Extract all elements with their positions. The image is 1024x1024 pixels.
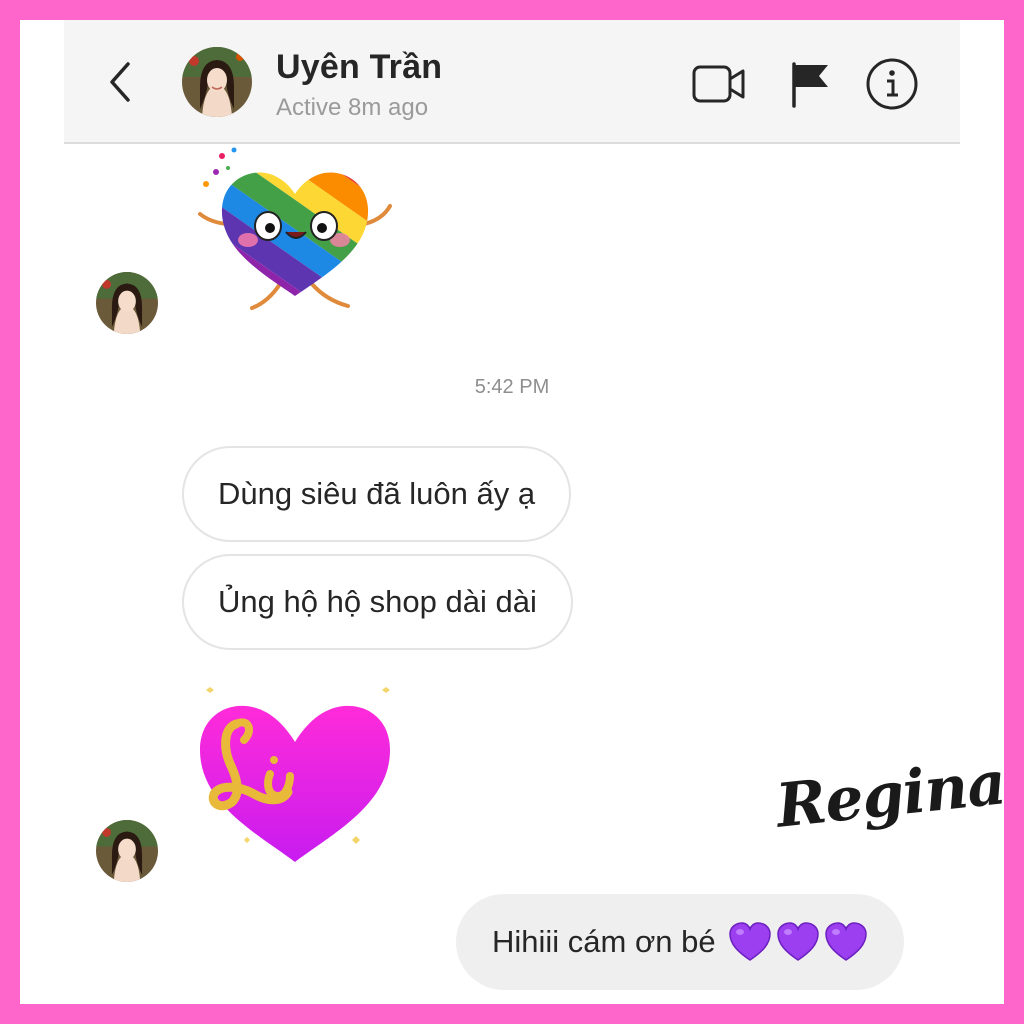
info-icon [866, 58, 918, 110]
pink-heart-li-sticker[interactable] [192, 684, 398, 868]
info-button[interactable] [864, 58, 920, 110]
chat-screen: Uyên Trần Active 8m ago 5:42 PM Dùng siê… [20, 20, 1004, 1004]
profile-photo [182, 47, 252, 117]
video-call-button[interactable] [691, 58, 747, 110]
back-button[interactable] [104, 60, 136, 104]
chat-user-name[interactable]: Uyên Trần [276, 48, 442, 87]
sender-avatar[interactable] [96, 272, 158, 334]
chat-header: Uyên Trần Active 8m ago [64, 20, 960, 144]
incoming-message[interactable]: Dùng siêu đã luôn ấy ạ [182, 446, 572, 542]
video-call-icon [692, 65, 745, 103]
profile-photo [96, 272, 158, 334]
outgoing-message[interactable]: Hihiii cám ơn bé [456, 894, 904, 990]
avatar[interactable] [182, 47, 252, 117]
incoming-message[interactable]: Ủng hộ hộ shop dài dài [182, 554, 573, 650]
profile-photo [96, 820, 158, 882]
purple-heart-icon [728, 922, 771, 961]
purple-heart-icon [824, 922, 867, 961]
chevron-left-icon [110, 62, 130, 102]
flag-icon [792, 62, 828, 108]
message-text: Hihiii cám ơn bé [492, 924, 716, 959]
report-button[interactable] [782, 58, 838, 110]
regina-signature: Regina [772, 748, 1004, 842]
purple-heart-icon [776, 922, 819, 961]
message-text: Ủng hộ hộ shop dài dài [218, 584, 537, 619]
message-timestamp: 5:42 PM [474, 376, 550, 398]
active-status: Active 8m ago [276, 94, 429, 121]
rainbow-heart-sticker-image [198, 147, 392, 310]
purple-heart-emojis [728, 922, 868, 962]
pink-heart-li-sticker-image [200, 687, 390, 862]
rainbow-heart-sticker[interactable] [190, 144, 400, 314]
message-text: Dùng siêu đã luôn ấy ạ [218, 476, 536, 511]
sender-avatar[interactable] [96, 820, 158, 882]
